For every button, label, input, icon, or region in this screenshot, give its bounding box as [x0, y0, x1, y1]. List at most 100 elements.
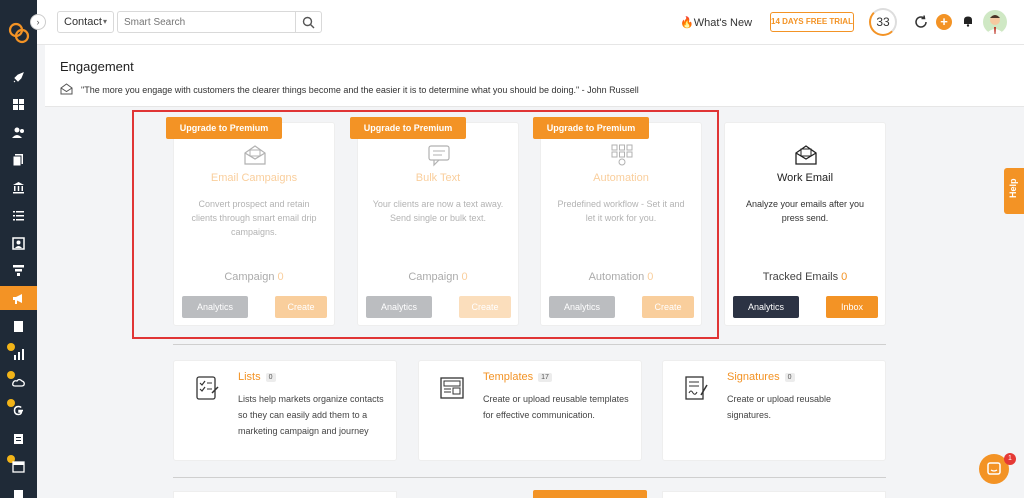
section-divider: [173, 344, 886, 345]
upgrade-to-premium-button[interactable]: Upgrade to Premium: [350, 117, 466, 139]
feature-count-badge: 17: [538, 372, 552, 382]
inbox-button[interactable]: Inbox: [826, 296, 878, 318]
cloud-icon: [12, 378, 25, 387]
sidebar-item-funnel[interactable]: [0, 258, 37, 282]
sidebar-item-tasks[interactable]: [0, 426, 37, 450]
count-value: 0: [647, 271, 654, 283]
funnel-icon: [13, 264, 24, 276]
count-value: 0: [461, 271, 468, 283]
add-button[interactable]: +: [936, 14, 952, 30]
chat-unread-badge: 1: [1004, 453, 1016, 465]
workflow-icon: [611, 144, 633, 166]
app-logo-icon[interactable]: [8, 22, 30, 44]
card-description: Your clients are now a text away. Send s…: [372, 199, 504, 223]
engagement-header: Engagement "The more you engage with cus…: [45, 45, 1024, 107]
card-description: Predefined workflow - Set it and let it …: [557, 199, 685, 223]
plus-icon: +: [940, 14, 948, 29]
users-icon: [12, 127, 24, 138]
bulk-text-card: Bulk Text Your clients are now a text aw…: [357, 122, 519, 326]
topbar: › Contact ▾ 🔥What's New 14 DAYS FREE TRI…: [30, 0, 1024, 45]
google-icon: [13, 405, 23, 415]
page-title: Engagement: [60, 59, 134, 74]
feature-title: Templates 17: [483, 371, 552, 383]
template-icon: [440, 377, 464, 399]
rocket-icon: [13, 71, 24, 82]
section-divider: [173, 477, 886, 478]
analytics-button[interactable]: Analytics: [733, 296, 799, 318]
refresh-icon[interactable]: [914, 15, 928, 29]
bar-chart-icon: [14, 348, 24, 360]
card-title: Email Campaigns: [210, 172, 298, 184]
chevron-down-icon: ▾: [102, 17, 107, 26]
upgrade-to-premium-button[interactable]: Upgrade to Premium: [166, 117, 282, 139]
templates-card[interactable]: Templates 17 Create or upload reusable te…: [418, 360, 642, 461]
upgrade-to-premium-button[interactable]: Upgrade to Premium: [533, 117, 649, 139]
sidebar-item-dashboard[interactable]: [0, 65, 37, 89]
bank-icon: [13, 181, 24, 193]
checklist-icon: [196, 376, 219, 400]
sidebar-item-contacts[interactable]: [0, 120, 37, 144]
card-count: Campaign 0: [174, 271, 334, 283]
create-button[interactable]: Create: [459, 296, 511, 318]
sidebar-item-documents[interactable]: [0, 147, 37, 171]
sidebar-item-widgets[interactable]: [0, 92, 37, 116]
megaphone-icon: [13, 293, 22, 304]
help-tab[interactable]: Help: [1004, 168, 1024, 214]
whats-new-link[interactable]: 🔥What's New: [680, 16, 752, 29]
create-button[interactable]: Create: [275, 296, 327, 318]
contact-select-value: Contact: [64, 16, 102, 28]
sidebar-item-contact-card[interactable]: [0, 231, 37, 255]
sidebar-item-google[interactable]: [0, 398, 37, 422]
smart-search-input[interactable]: [117, 11, 297, 33]
user-avatar-icon: [986, 15, 1004, 34]
notification-count[interactable]: 33: [869, 8, 897, 36]
feature-title-text: Lists: [238, 371, 261, 383]
signatures-card[interactable]: Signatures 0 Create or upload reusable si…: [662, 360, 886, 461]
feature-title-text: Signatures: [727, 371, 780, 383]
card-count: Campaign 0: [358, 271, 518, 283]
lists-card[interactable]: Lists 0 Lists help markets organize conta…: [173, 360, 397, 461]
whats-new-label: What's New: [693, 17, 753, 29]
analytics-button[interactable]: Analytics: [182, 296, 248, 318]
bottom-upgrade-badge[interactable]: [533, 490, 647, 498]
card-count: Tracked Emails 0: [725, 271, 885, 283]
count-label: Automation: [588, 271, 645, 283]
free-trial-badge[interactable]: 14 DAYS FREE TRIAL: [770, 12, 854, 32]
contact-card-icon: [12, 236, 25, 250]
work-email-card: Work Email Analyze your emails after you…: [724, 122, 886, 326]
engagement-quote: "The more you engage with customers the …: [81, 85, 639, 95]
sidebar-item-reports[interactable]: [0, 314, 37, 338]
feature-count-badge: 0: [784, 372, 795, 382]
email-campaigns-card: Email Campaigns Convert prospect and ret…: [173, 122, 335, 326]
feature-title: Lists 0: [238, 371, 276, 383]
card-title: Bulk Text: [415, 172, 461, 184]
user-avatar[interactable]: [983, 10, 1007, 34]
sidebar-item-engagement[interactable]: [0, 286, 37, 310]
report-icon: [14, 320, 23, 332]
sidebar-item-bank[interactable]: [0, 175, 37, 199]
flame-icon: 🔥: [680, 17, 694, 29]
sidebar-item-cloud[interactable]: [0, 370, 37, 394]
contact-select[interactable]: Contact ▾: [57, 11, 114, 33]
sidebar-item-more[interactable]: [0, 482, 37, 498]
create-button[interactable]: Create: [642, 296, 694, 318]
bottom-card: [662, 491, 886, 498]
count-value: 0: [841, 271, 848, 283]
work-email-icon: [795, 145, 817, 165]
feature-title-text: Templates: [483, 371, 534, 383]
bell-icon[interactable]: [962, 15, 974, 27]
sidebar-item-analytics[interactable]: [0, 342, 37, 366]
card-title: Work Email: [776, 172, 834, 184]
sidebar-item-lists[interactable]: [0, 203, 37, 227]
card-description: Convert prospect and retain clients thro…: [191, 199, 317, 237]
sidebar-toggle-button[interactable]: ›: [30, 14, 46, 30]
count-label: Tracked Emails: [762, 271, 839, 283]
search-button[interactable]: [295, 11, 322, 33]
feature-count-badge: 0: [265, 372, 276, 382]
sidebar-item-calendar[interactable]: [0, 454, 37, 478]
search-icon: [302, 16, 315, 28]
feature-title: Signatures 0: [727, 371, 795, 383]
analytics-button[interactable]: Analytics: [549, 296, 615, 318]
feature-description: Create or upload reusable templates for …: [483, 394, 629, 420]
analytics-button[interactable]: Analytics: [366, 296, 432, 318]
